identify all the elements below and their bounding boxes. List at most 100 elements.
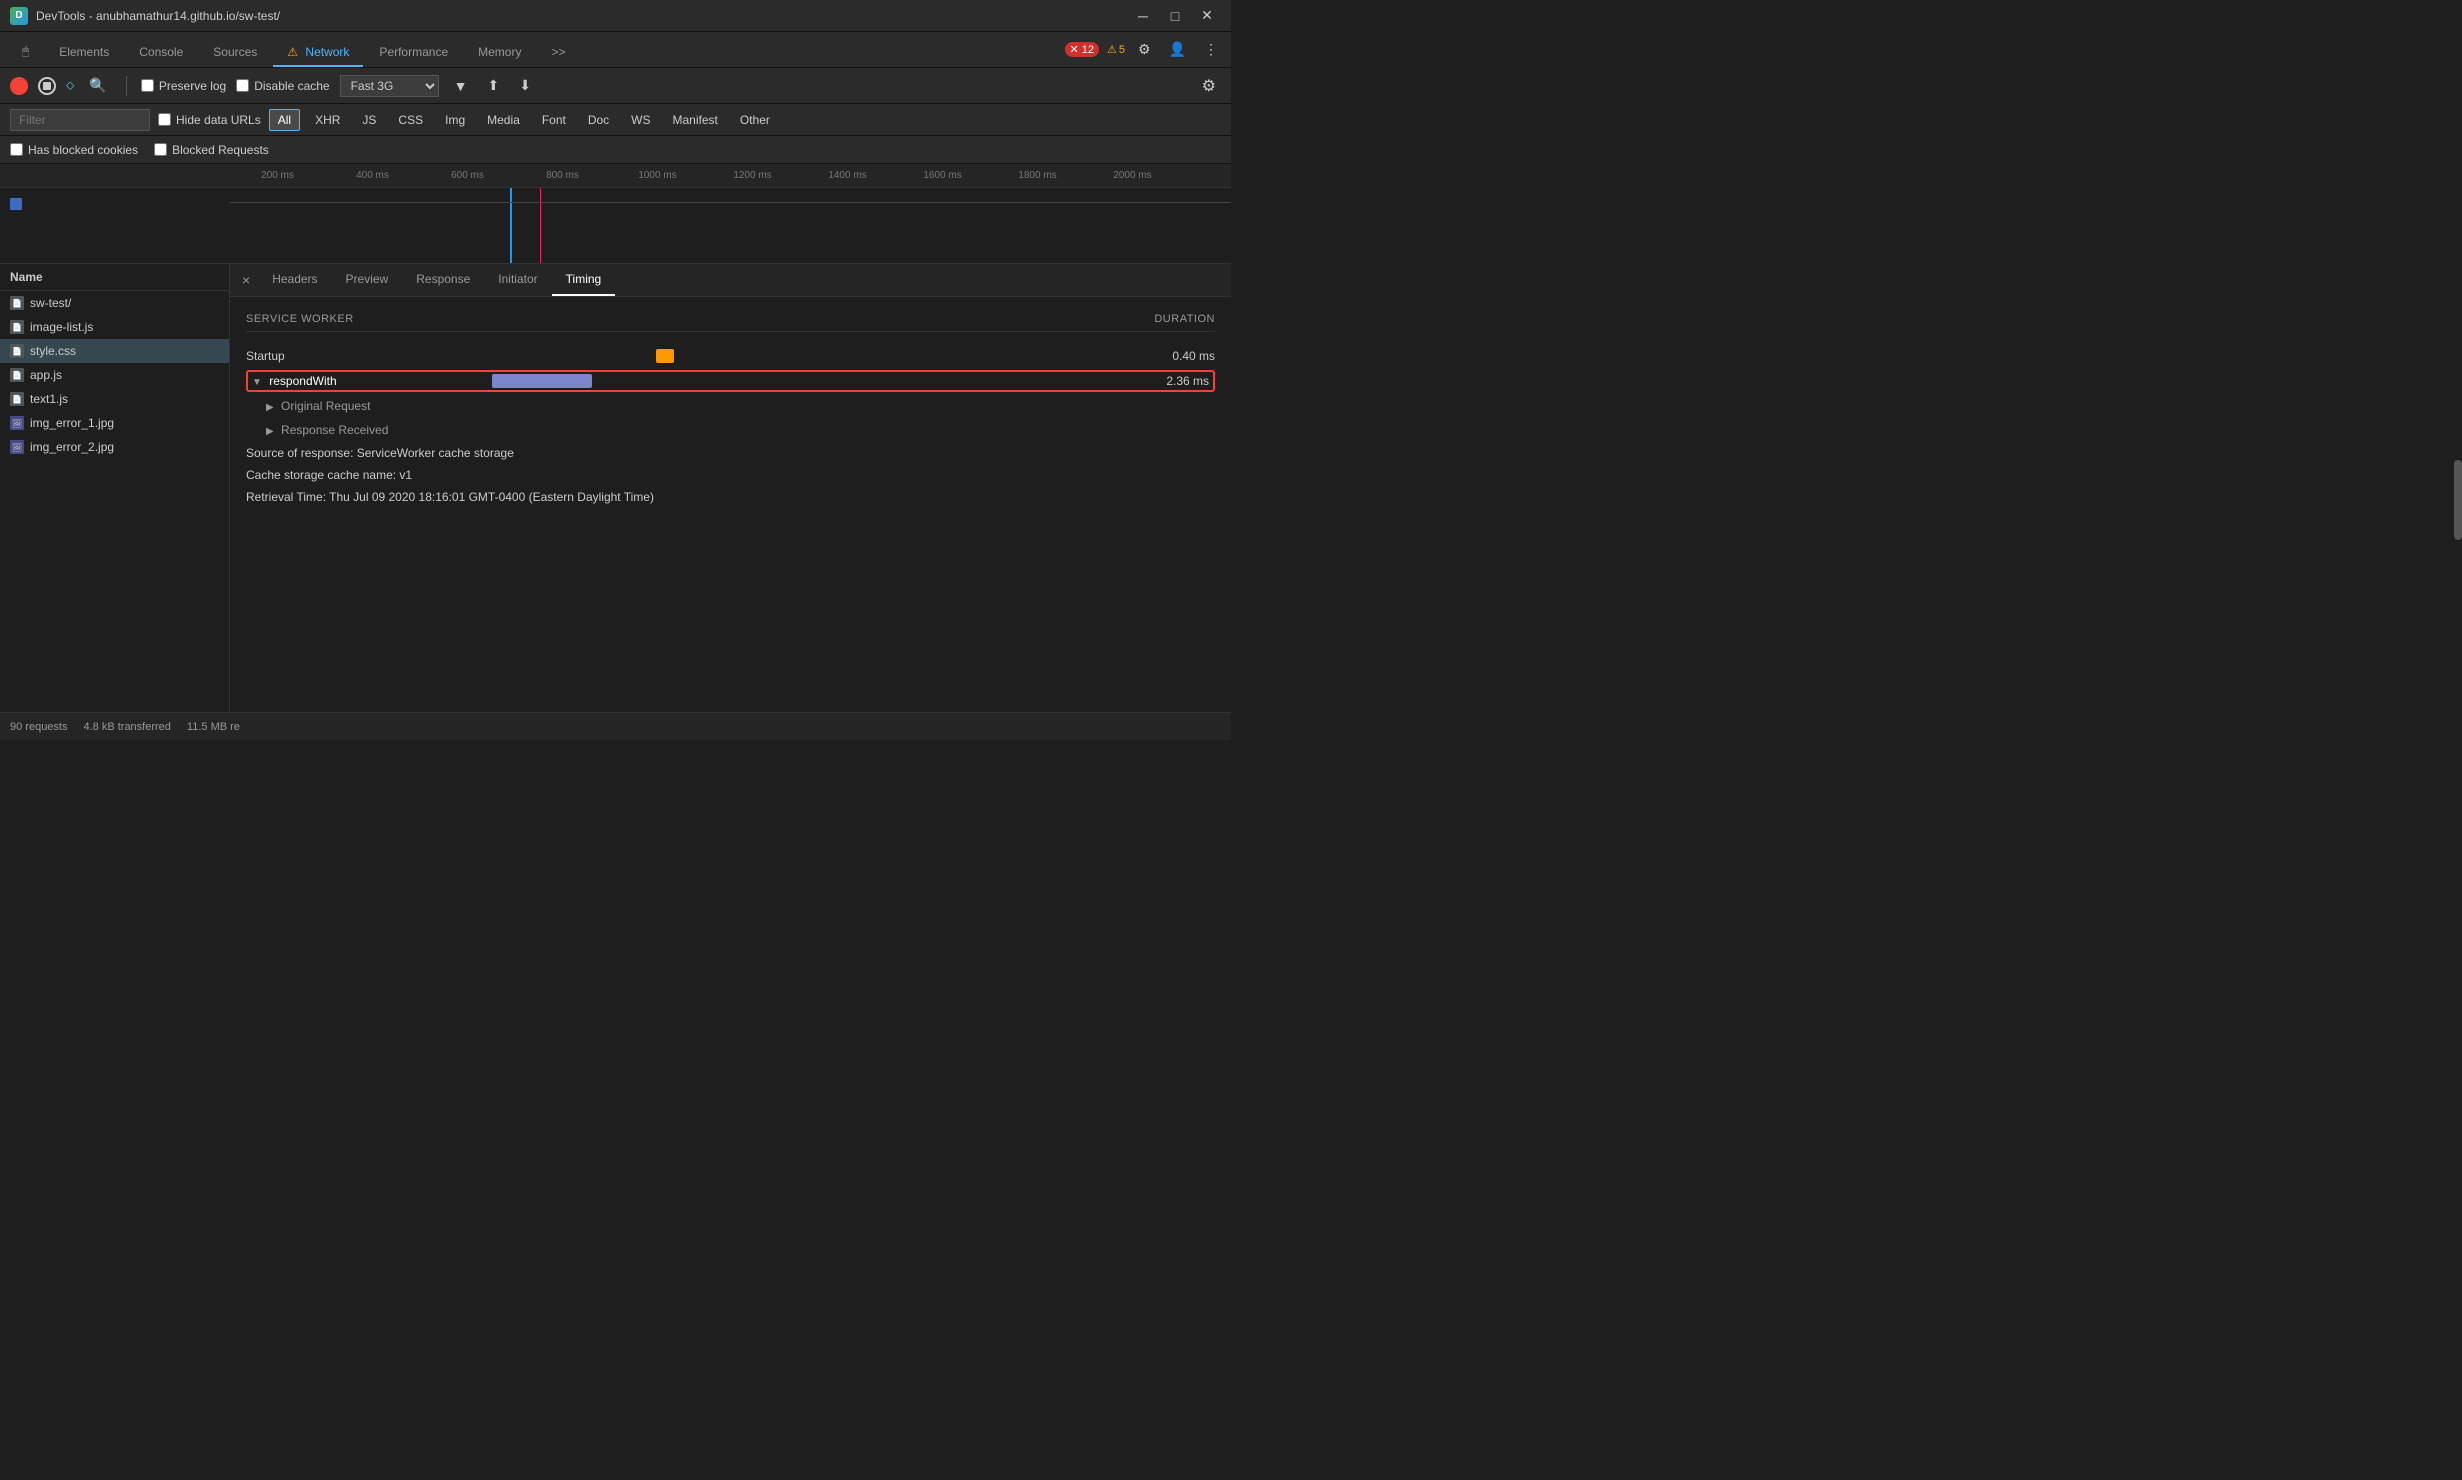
filter-js-button[interactable]: JS <box>355 112 383 128</box>
filter-ws-button[interactable]: WS <box>624 112 657 128</box>
tick-1400: 1400 ms <box>800 170 895 181</box>
list-item[interactable]: 📄 app.js <box>0 363 229 387</box>
original-request-label: ▶ Original Request <box>246 399 446 413</box>
tab-pointer[interactable]: 🖱 <box>8 38 43 67</box>
tab-network[interactable]: ⚠ Network <box>273 39 363 67</box>
list-item[interactable]: 🖼 img_error_1.jpg <box>0 411 229 435</box>
detail-tab-preview[interactable]: Preview <box>332 264 403 296</box>
disable-cache-input[interactable] <box>236 79 249 92</box>
requests-count: 90 requests <box>10 721 67 733</box>
timeline-pink-line <box>540 188 541 264</box>
titlebar-title: DevTools - anubhamathur14.github.io/sw-t… <box>36 9 280 23</box>
minimize-button[interactable]: ─ <box>1129 6 1157 26</box>
duration-header-label: DURATION <box>1154 313 1215 325</box>
file-name: image-list.js <box>30 320 93 334</box>
tab-elements[interactable]: Elements <box>45 39 123 67</box>
filter-manifest-button[interactable]: Manifest <box>666 112 725 128</box>
file-name: sw-test/ <box>30 296 71 310</box>
list-item[interactable]: 📄 image-list.js <box>0 315 229 339</box>
tab-sources[interactable]: Sources <box>199 39 271 67</box>
filter-other-button[interactable]: Other <box>733 112 777 128</box>
throttle-select[interactable]: Fast 3G Slow 3G No throttling Offline <box>340 75 439 97</box>
filter-media-button[interactable]: Media <box>480 112 527 128</box>
tick-2000: 2000 ms <box>1085 170 1180 181</box>
timeline-blue-line <box>510 188 512 264</box>
file-list-header: Name <box>0 264 229 291</box>
detail-tab-initiator[interactable]: Initiator <box>484 264 551 296</box>
tab-performance[interactable]: Performance <box>365 39 462 67</box>
timeline-container: 200 ms 400 ms 600 ms 800 ms 1000 ms 1200… <box>0 164 1231 264</box>
warning-icon: ⚠ <box>287 45 298 59</box>
toolbar-separator <box>126 76 127 96</box>
detail-tab-headers[interactable]: Headers <box>258 264 331 296</box>
file-js-icon: 📄 <box>10 320 24 334</box>
filter-doc-button[interactable]: Doc <box>581 112 616 128</box>
tick-600: 600 ms <box>420 170 515 181</box>
timeline-ruler: 200 ms 400 ms 600 ms 800 ms 1000 ms 1200… <box>0 164 1231 188</box>
transferred-size: 4.8 kB transferred <box>83 721 170 733</box>
list-item[interactable]: 🖼 img_error_2.jpg <box>0 435 229 459</box>
blocked-requests-checkbox[interactable]: Blocked Requests <box>154 143 269 157</box>
tick-1200: 1200 ms <box>705 170 800 181</box>
close-button[interactable]: ✕ <box>1193 6 1221 26</box>
tab-more[interactable]: >> <box>537 39 579 67</box>
more-options-button[interactable]: ⋮ <box>1199 38 1223 61</box>
timeline-area[interactable] <box>230 188 1231 264</box>
timing-respond-with-row: ▼ respondWith 2.36 ms <box>246 370 1215 392</box>
record-button[interactable] <box>10 77 28 95</box>
error-badge: ✕ 12 <box>1065 42 1099 57</box>
disable-cache-checkbox[interactable]: Disable cache <box>236 79 329 93</box>
filter-img-button[interactable]: Img <box>438 112 472 128</box>
chevron-down-icon[interactable]: ▼ <box>449 75 473 97</box>
tab-memory[interactable]: Memory <box>464 39 535 67</box>
stop-button[interactable] <box>38 77 56 95</box>
hide-data-urls-checkbox[interactable]: Hide data URLs <box>158 113 261 127</box>
timing-section-header: Service Worker DURATION <box>246 313 1215 332</box>
filter-xhr-button[interactable]: XHR <box>308 112 347 128</box>
download-icon[interactable]: ⬇ <box>514 74 536 97</box>
file-name: img_error_2.jpg <box>30 440 114 454</box>
preserve-log-checkbox[interactable]: Preserve log <box>141 79 226 93</box>
maximize-button[interactable]: □ <box>1161 6 1189 26</box>
devtools-icon: D <box>10 7 28 25</box>
service-worker-label: Service Worker <box>246 313 354 325</box>
hide-data-urls-input[interactable] <box>158 113 171 126</box>
cookie-bar: Has blocked cookies Blocked Requests <box>0 136 1231 164</box>
response-received-label: ▶ Response Received <box>246 423 446 437</box>
cache-storage-row: Cache storage cache name: v1 <box>246 464 1215 486</box>
tick-1600: 1600 ms <box>895 170 990 181</box>
tab-console[interactable]: Console <box>125 39 197 67</box>
search-button[interactable]: 🔍 <box>84 74 111 97</box>
detail-close-button[interactable]: × <box>234 268 258 292</box>
upload-icon[interactable]: ⬆ <box>482 74 504 97</box>
filter-input[interactable] <box>10 109 150 131</box>
file-js-icon: 📄 <box>10 392 24 406</box>
list-item[interactable]: 📄 style.css <box>0 339 229 363</box>
status-bar: 90 requests 4.8 kB transferred 11.5 MB r… <box>0 712 1231 740</box>
tick-800: 800 ms <box>515 170 610 181</box>
has-blocked-cookies-checkbox[interactable]: Has blocked cookies <box>10 143 138 157</box>
respond-with-bar-area <box>462 374 1119 388</box>
network-settings-button[interactable]: ⚙ <box>1197 73 1221 99</box>
settings-button[interactable]: ⚙ <box>1133 38 1156 61</box>
expand-arrow-icon: ▶ <box>266 426 274 437</box>
main-tabbar: 🖱 Elements Console Sources ⚠ Network Per… <box>0 32 1231 68</box>
has-blocked-cookies-input[interactable] <box>10 143 23 156</box>
preserve-log-input[interactable] <box>141 79 154 92</box>
filter-font-button[interactable]: Font <box>535 112 573 128</box>
timeline-request-icon <box>10 198 22 210</box>
filter-css-button[interactable]: CSS <box>391 112 430 128</box>
expand-arrow-icon: ▶ <box>266 402 274 413</box>
list-item[interactable]: 📄 sw-test/ <box>0 291 229 315</box>
user-button[interactable]: 👤 <box>1164 38 1191 61</box>
detail-tab-response[interactable]: Response <box>402 264 484 296</box>
detail-tab-timing[interactable]: Timing <box>552 264 616 296</box>
response-received-bar-area <box>456 423 1125 437</box>
detail-tabbar: × Headers Preview Response Initiator Tim… <box>230 264 1231 297</box>
filter-all-button[interactable]: All <box>269 109 300 131</box>
list-item[interactable]: 📄 text1.js <box>0 387 229 411</box>
original-request-bar-area <box>456 399 1125 413</box>
tick-200: 200 ms <box>230 170 325 181</box>
timing-content: Service Worker DURATION Startup 0.40 ms … <box>230 297 1231 524</box>
blocked-requests-input[interactable] <box>154 143 167 156</box>
